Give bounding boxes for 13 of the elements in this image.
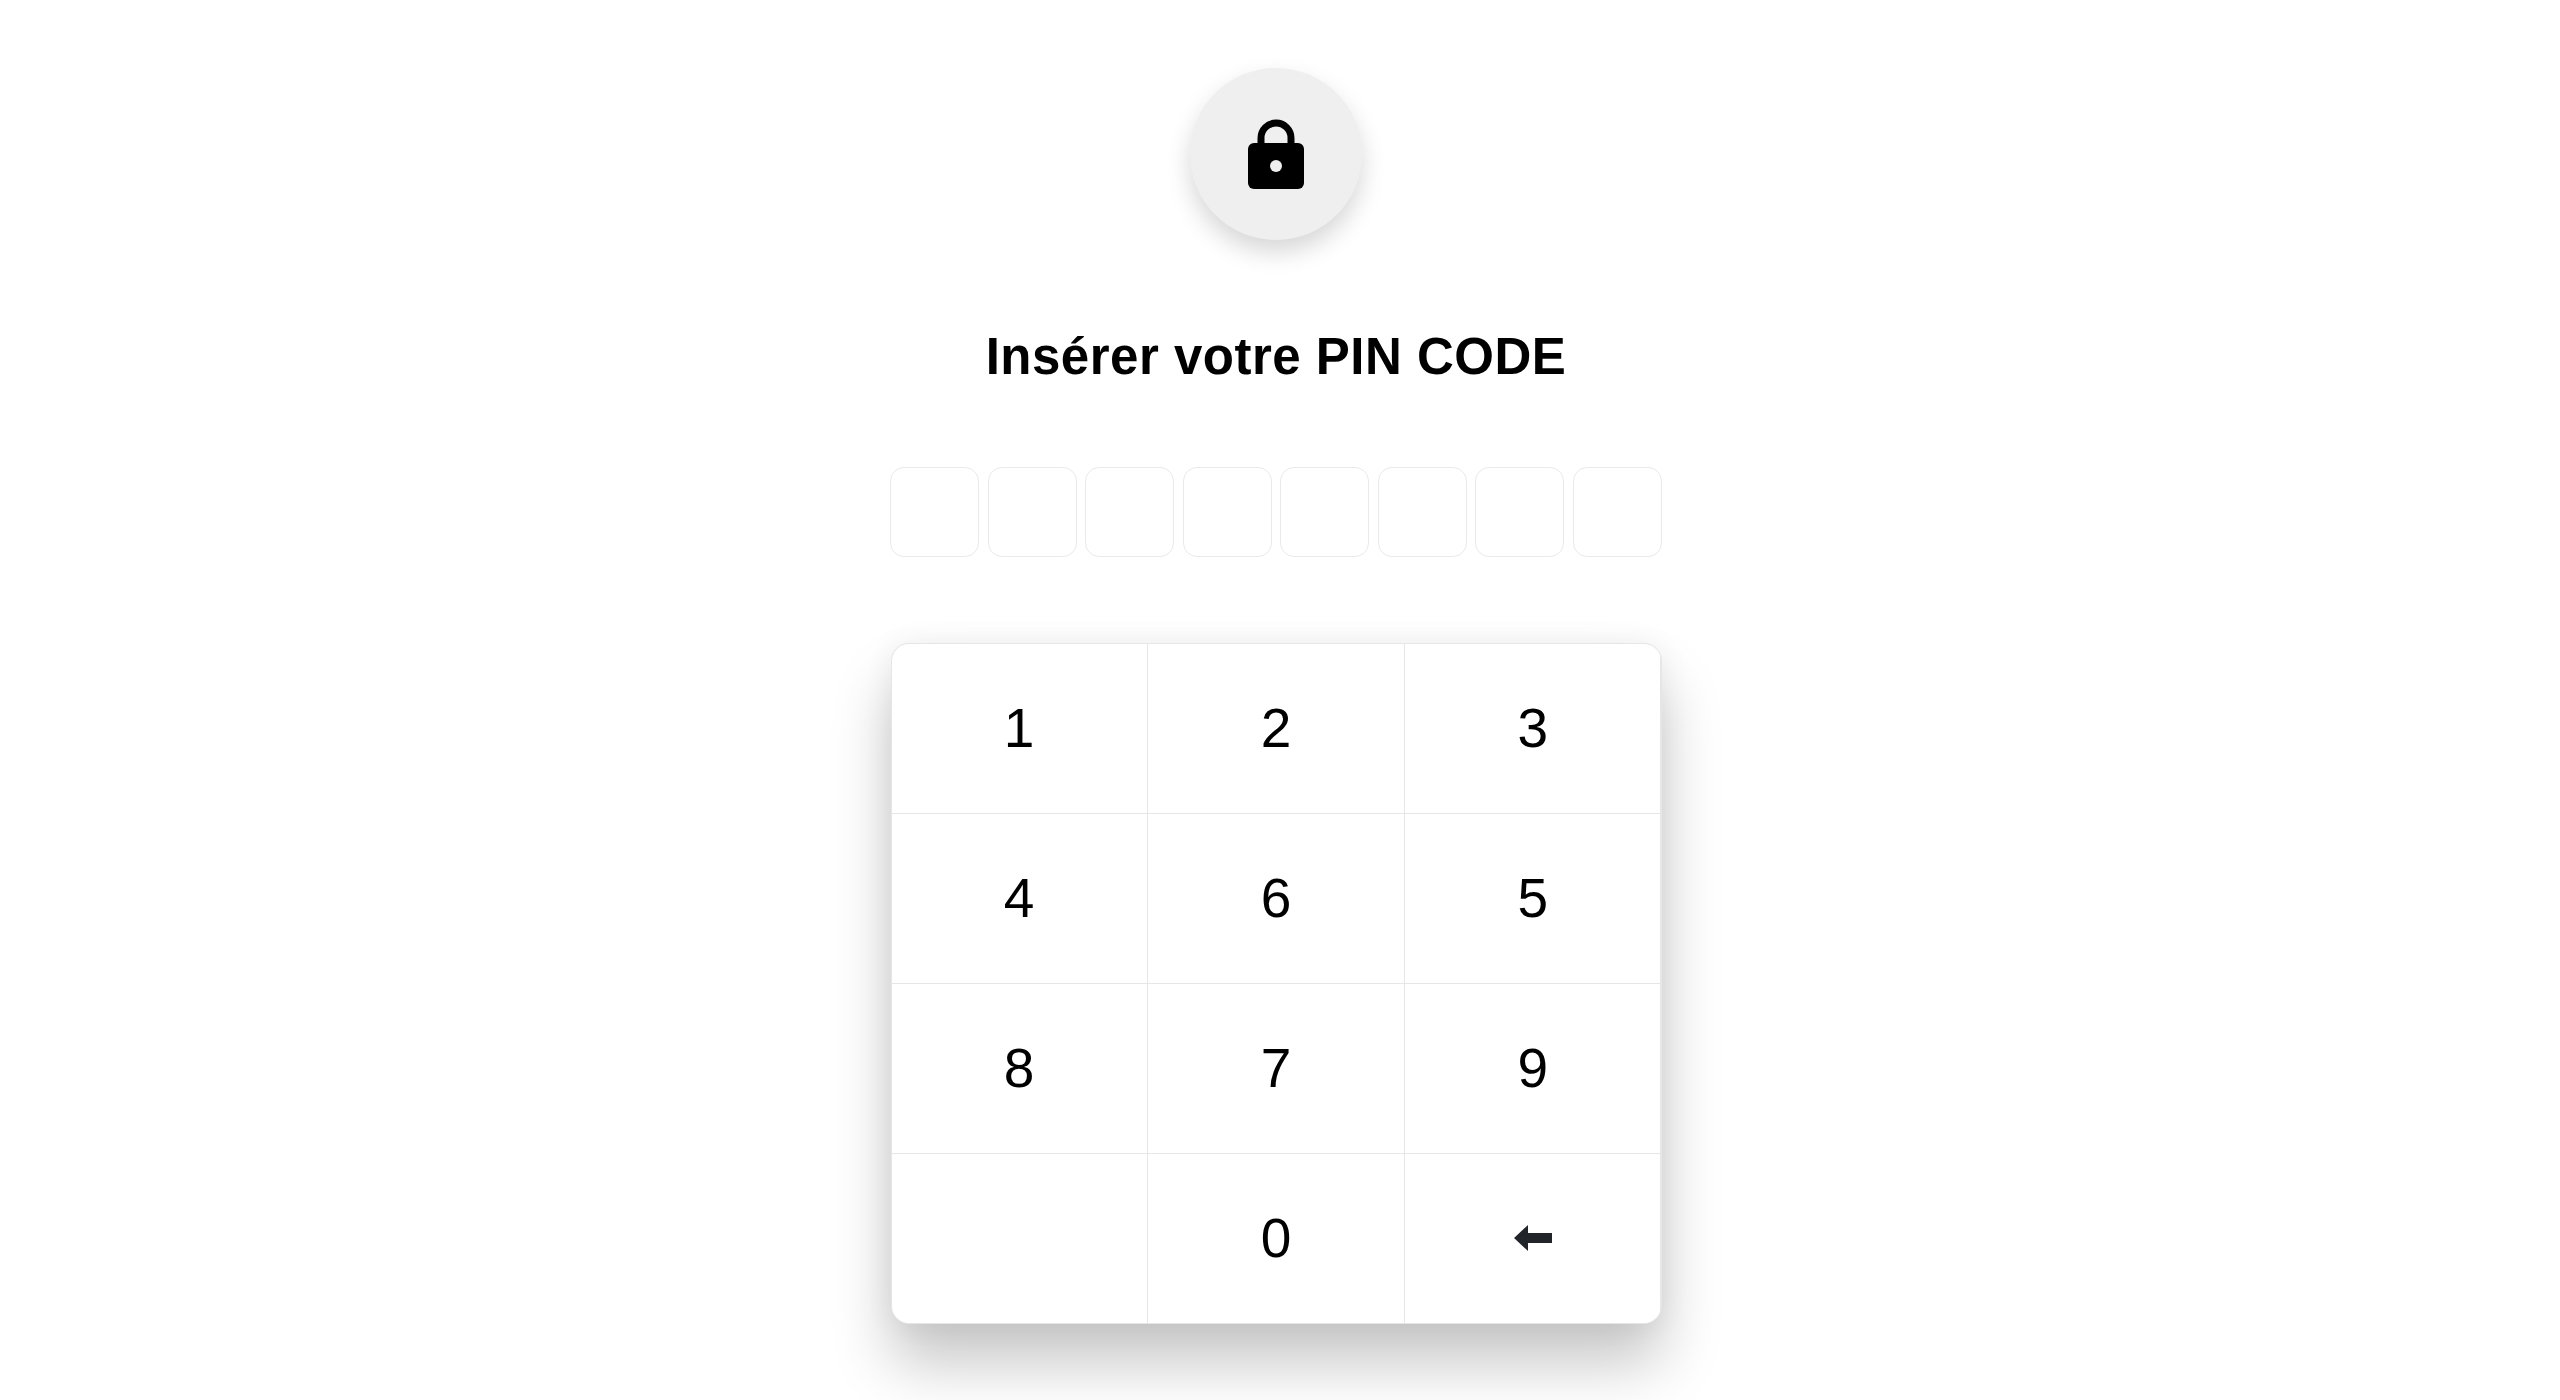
backspace-key[interactable] [1405,1154,1661,1323]
digit-key[interactable]: 2 [1148,644,1404,813]
digit-key[interactable]: 6 [1148,814,1404,983]
digit-key[interactable]: 1 [891,644,1147,813]
arrow-left-icon [1513,1225,1552,1252]
digit-key[interactable]: 5 [1405,814,1661,983]
digit-key[interactable]: 7 [1148,984,1404,1153]
digit-key[interactable]: 9 [1405,984,1661,1153]
digit-key[interactable]: 0 [1148,1154,1404,1323]
digit-key[interactable]: 8 [891,984,1147,1153]
digit-key[interactable]: 4 [891,814,1147,983]
digit-key[interactable]: 3 [1405,644,1661,813]
page-title: Insérer votre PIN CODE [985,327,1567,387]
